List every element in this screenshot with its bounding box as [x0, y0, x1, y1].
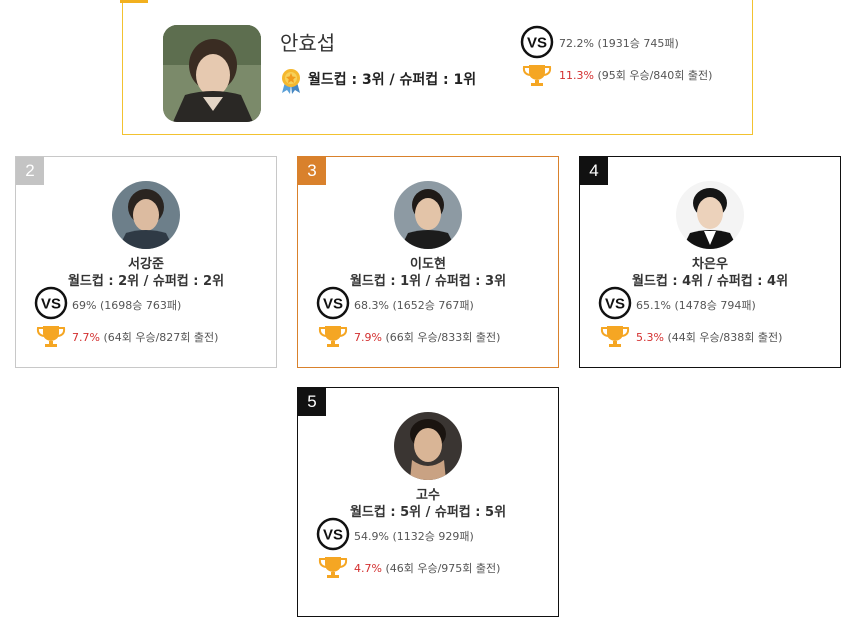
championship-record: 4.7% (46회 우승/975회 출전): [354, 560, 500, 576]
trophy-icon: [317, 324, 349, 352]
worldcup-ranking: 월드컵 : 3위 / 슈퍼컵 : 1위: [308, 72, 477, 88]
championship-detail: (64회 우승/827회 출전): [99, 331, 219, 344]
vs-icon: VS: [598, 286, 632, 324]
trophy-icon: [317, 555, 349, 583]
svg-text:VS: VS: [323, 527, 343, 544]
rank-card-4[interactable]: 4 차은우 월드컵 : 4위 / 슈퍼컵 : 4위 VS 65.1% (1478…: [579, 156, 841, 368]
profile-photo[interactable]: [163, 25, 261, 122]
rank-card-2[interactable]: 2 서강준 월드컵 : 2위 / 슈퍼컵 : 2위 VS 69% (1698승 …: [15, 156, 277, 368]
vs-record: 72.2% (1931승 745패): [559, 37, 679, 50]
rank-badge: 2: [16, 157, 44, 185]
rank-card-5[interactable]: 5 고수 월드컵 : 5위 / 슈퍼컵 : 5위 VS 54.9% (1132승…: [297, 387, 559, 617]
avatar[interactable]: [112, 181, 180, 249]
svg-text:VS: VS: [323, 296, 343, 313]
rank-badge: 4: [580, 157, 608, 185]
championship-detail: (44회 우승/838회 출전): [663, 331, 783, 344]
vs-icon: VS: [316, 517, 350, 555]
championship-rate: 7.9%: [354, 331, 382, 344]
vs-record: 68.3% (1652승 767패): [354, 299, 474, 312]
championship-detail: (46회 우승/975회 출전): [381, 562, 501, 575]
trophy-icon: [521, 63, 553, 91]
vs-record: 54.9% (1132승 929패): [354, 530, 474, 543]
rank-card-3[interactable]: 3 이도현 월드컵 : 1위 / 슈퍼컵 : 3위 VS 68.3% (1652…: [297, 156, 559, 368]
vs-icon: VS: [34, 286, 68, 324]
avatar[interactable]: [394, 412, 462, 480]
trophy-icon: [35, 324, 67, 352]
svg-text:VS: VS: [605, 296, 625, 313]
championship-rate: 11.3%: [559, 69, 594, 82]
championship-detail: (95회 우승/840회 출전): [593, 69, 713, 82]
championship-rate: 7.7%: [72, 331, 100, 344]
rank-card-1[interactable]: 1 안효섭 월드컵 : 3위 / 슈퍼컵 : 1위 VS 72.2% (1931…: [120, 0, 753, 135]
svg-text:VS: VS: [41, 296, 61, 313]
trophy-icon: [599, 324, 631, 352]
contestant-name: 안효섭: [280, 31, 336, 55]
svg-text:VS: VS: [527, 35, 547, 52]
championship-record: 7.9% (66회 우승/833회 출전): [354, 329, 500, 345]
avatar[interactable]: [676, 181, 744, 249]
championship-record: 11.3% (95회 우승/840회 출전): [559, 67, 712, 83]
vs-record: 65.1% (1478승 794패): [636, 299, 756, 312]
vs-icon: VS: [520, 25, 554, 63]
rank-badge: 1: [120, 0, 148, 3]
rank-badge: 5: [298, 388, 326, 416]
avatar[interactable]: [394, 181, 462, 249]
vs-icon: VS: [316, 286, 350, 324]
championship-detail: (66회 우승/833회 출전): [381, 331, 501, 344]
championship-rate: 4.7%: [354, 562, 382, 575]
championship-record: 7.7% (64회 우승/827회 출전): [72, 329, 218, 345]
championship-rate: 5.3%: [636, 331, 664, 344]
championship-record: 5.3% (44회 우승/838회 출전): [636, 329, 782, 345]
vs-record: 69% (1698승 763패): [72, 299, 182, 312]
medal-icon: [280, 68, 302, 98]
rank-badge: 3: [298, 157, 326, 185]
